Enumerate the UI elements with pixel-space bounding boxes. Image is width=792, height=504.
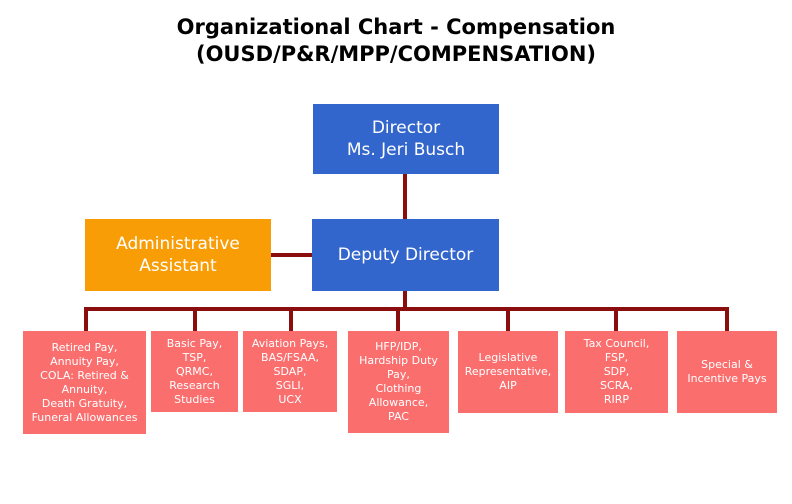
node-branch-basic-pay[interactable]: Basic Pay, TSP, QRMC, Research Studies (151, 331, 238, 412)
node-branch-special-incentive-pays[interactable]: Special & Incentive Pays (677, 331, 777, 413)
chart-title-line-2: (OUSD/P&R/MPP/COMPENSATION) (195, 42, 596, 66)
node-administrative-assistant[interactable]: Administrative Assistant (85, 219, 271, 291)
node-branch-basic-pay-label: Basic Pay, TSP, QRMC, Research Studies (166, 336, 223, 406)
connector-drop-tax-council (614, 307, 618, 331)
node-branch-legislative-representative[interactable]: Legislative Representative, AIP (458, 331, 558, 413)
node-branch-tax-council[interactable]: Tax Council, FSP, SDP, SCRA, RIRP (565, 331, 668, 413)
connector-drop-hfp-idp (396, 307, 400, 331)
connector-drop-retired-pay (84, 307, 88, 331)
node-branch-retired-pay[interactable]: Retired Pay, Annuity Pay, COLA: Retired … (23, 331, 146, 434)
connector-drop-basic-pay (193, 307, 197, 331)
node-deputy-director[interactable]: Deputy Director (312, 219, 499, 291)
node-administrative-assistant-label: Administrative Assistant (116, 234, 240, 276)
connector-director-to-deputy (403, 174, 407, 219)
node-branch-aviation-pays[interactable]: Aviation Pays, BAS/FSAA, SDAP, SGLI, UCX (243, 331, 337, 412)
connector-horizontal-bus (84, 307, 729, 311)
node-branch-special-incentive-pays-label: Special & Incentive Pays (687, 358, 767, 385)
node-director[interactable]: Director Ms. Jeri Busch (313, 104, 499, 174)
node-branch-hfp-idp-label: HFP/IDP, Hardship Duty Pay, Clothing All… (359, 340, 438, 423)
connector-drop-special-incentive (725, 307, 729, 331)
connector-drop-aviation-pays (289, 307, 293, 331)
node-branch-retired-pay-label: Retired Pay, Annuity Pay, COLA: Retired … (31, 340, 138, 424)
connector-admin-to-deputy (271, 253, 313, 257)
chart-title: Organizational Chart - Compensation (OUS… (0, 14, 792, 68)
connector-drop-legislative-rep (506, 307, 510, 331)
chart-title-line-1: Organizational Chart - Compensation (176, 15, 616, 39)
org-chart-canvas: Organizational Chart - Compensation (OUS… (0, 0, 792, 504)
node-branch-hfp-idp[interactable]: HFP/IDP, Hardship Duty Pay, Clothing All… (348, 331, 449, 433)
node-branch-aviation-pays-label: Aviation Pays, BAS/FSAA, SDAP, SGLI, UCX (251, 336, 329, 406)
node-branch-tax-council-label: Tax Council, FSP, SDP, SCRA, RIRP (583, 337, 650, 406)
node-director-label: Director Ms. Jeri Busch (346, 118, 466, 160)
node-branch-legislative-representative-label: Legislative Representative, AIP (464, 351, 552, 392)
node-deputy-director-label: Deputy Director (337, 245, 474, 265)
